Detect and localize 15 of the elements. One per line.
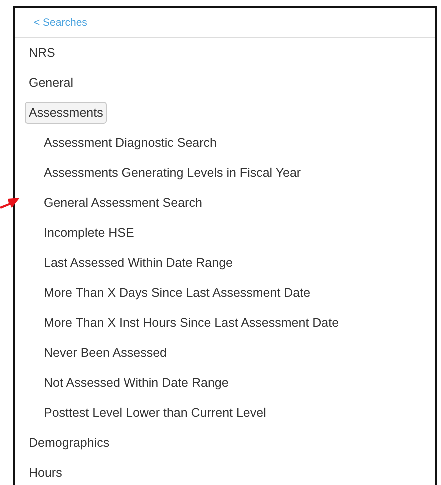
search-item[interactable]: General Assessment Search <box>44 194 202 212</box>
search-item[interactable]: Posttest Level Lower than Current Level <box>44 404 266 422</box>
search-item[interactable]: Incomplete HSE <box>44 224 134 242</box>
search-item[interactable]: Never Been Assessed <box>44 344 167 362</box>
category-item[interactable]: NRS <box>25 42 60 64</box>
category-item[interactable]: Demographics <box>25 432 114 454</box>
search-item[interactable]: Assessments Generating Levels in Fiscal Year <box>44 164 302 182</box>
category-item[interactable]: Hours <box>25 462 66 484</box>
search-item[interactable]: Last Assessed Within Date Range <box>44 254 233 272</box>
category-item[interactable]: General <box>25 72 78 94</box>
search-item[interactable]: Assessment Diagnostic Search <box>44 134 217 152</box>
search-item[interactable]: More Than X Days Since Last Assessment Date <box>44 284 311 302</box>
search-item[interactable]: More Than X Inst Hours Since Last Assessment Date <box>44 314 340 332</box>
category-item[interactable]: Assessments <box>25 102 108 124</box>
search-item[interactable]: Not Assessed Within Date Range <box>44 374 229 392</box>
